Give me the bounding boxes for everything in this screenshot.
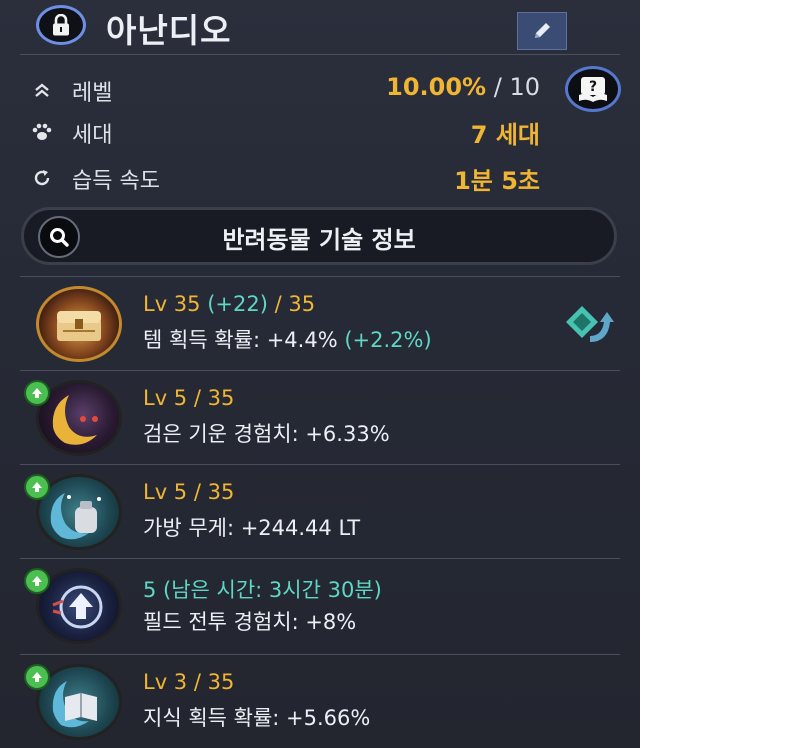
pet-name: 아난디오	[106, 11, 232, 50]
edit-name-button[interactable]	[517, 12, 567, 50]
divider	[20, 370, 620, 371]
stat-level: 레벨 10.00% / 10	[30, 72, 540, 108]
skill-description: 가방 무게: +244.44 LT	[143, 516, 361, 540]
level-up-badge-icon	[24, 380, 50, 406]
skill-row[interactable]: Lv 3 / 35 지식 획득 확률: +5.66%	[20, 656, 620, 746]
lock-button[interactable]	[36, 5, 86, 45]
stat-value: 10.00% / 10	[386, 73, 540, 101]
stat-label: 습득 속도	[72, 169, 160, 194]
stat-generation: 세대 7 세대	[30, 114, 540, 150]
skill-row[interactable]: Lv 5 / 35 가방 무게: +244.44 LT	[20, 466, 620, 556]
lock-icon	[53, 14, 69, 36]
refresh-icon	[30, 166, 54, 190]
skill-description: 템 획득 확률: +4.4% (+2.2%)	[143, 328, 432, 352]
divider	[20, 54, 620, 55]
skill-upgrade-icon	[566, 306, 614, 342]
divider	[20, 464, 620, 465]
level-up-badge-icon	[24, 664, 50, 690]
pet-header: 아난디오	[0, 0, 640, 52]
help-button[interactable]: ?	[565, 66, 621, 112]
skill-level: Lv 5 / 35	[143, 480, 235, 504]
paw-icon	[30, 120, 54, 144]
skill-level: Lv 3 / 35	[143, 670, 235, 694]
stat-label: 레벨	[72, 81, 113, 106]
help-book-icon: ?	[579, 77, 607, 102]
pencil-icon	[535, 23, 550, 38]
stat-value: 1분 5초	[454, 167, 540, 195]
skill-description: 필드 전투 경험치: +8%	[143, 610, 357, 634]
svg-text:?: ?	[589, 79, 597, 95]
skill-level: Lv 5 / 35	[143, 386, 235, 410]
divider	[20, 558, 620, 559]
stat-label: 세대	[72, 123, 113, 148]
level-up-badge-icon	[24, 474, 50, 500]
skill-row[interactable]: 5 (남은 시간: 3시간 30분) 필드 전투 경험치: +8%	[20, 560, 620, 650]
level-up-badge-icon	[24, 568, 50, 594]
treasure-chest-icon	[36, 286, 122, 362]
pet-skill-info-button[interactable]: 반려동물 기술 정보	[21, 207, 617, 265]
skill-level: 5 (남은 시간: 3시간 30분)	[143, 578, 382, 602]
skill-row[interactable]: Lv 35 (+22) / 35 템 획득 확률: +4.4% (+2.2%)	[20, 278, 620, 368]
skill-upgrade-button[interactable]	[560, 300, 616, 346]
divider	[20, 654, 620, 655]
pet-skill-info-label: 반려동물 기술 정보	[222, 226, 416, 254]
skill-row[interactable]: Lv 5 / 35 검은 기운 경험치: +6.33%	[20, 372, 620, 462]
stat-learn-speed: 습득 속도 1분 5초	[30, 160, 540, 196]
divider	[20, 276, 620, 277]
double-chevron-up-icon	[30, 78, 54, 102]
skill-description: 지식 획득 확률: +5.66%	[143, 706, 371, 730]
skill-description: 검은 기운 경험치: +6.33%	[143, 422, 390, 446]
pet-info-panel: 아난디오 레벨 10.00% / 10 ? 세대 7 세대 습득 속도 1분 5…	[0, 0, 640, 748]
stat-value: 7 세대	[470, 121, 540, 149]
skill-level: Lv 35 (+22) / 35	[143, 292, 316, 316]
